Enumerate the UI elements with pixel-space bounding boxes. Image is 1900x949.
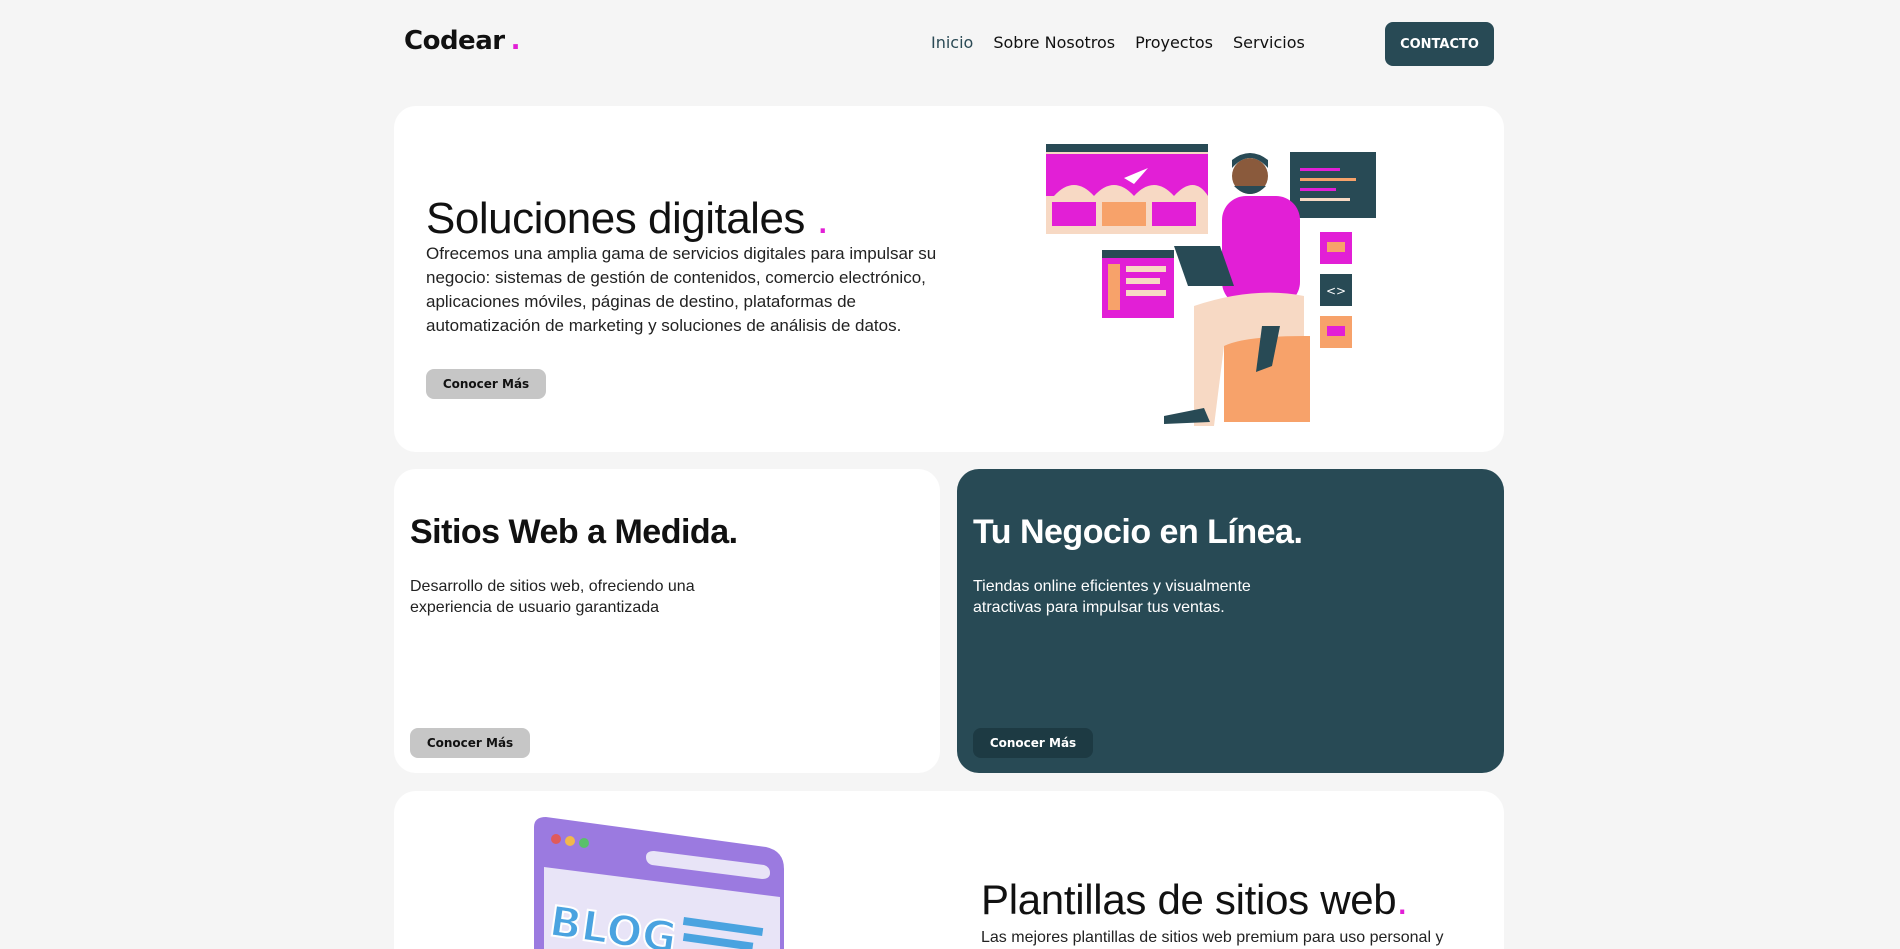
hero-card: Soluciones digitales . Ofrecemos una amp… bbox=[394, 106, 1504, 452]
logo-dot: . bbox=[510, 26, 521, 56]
contact-button[interactable]: CONTACTO bbox=[1385, 22, 1494, 66]
online-business-card: Tu Negocio en Línea. Tiendas online efic… bbox=[957, 469, 1504, 773]
website-templates-title-text: Plantillas de sitios web bbox=[981, 876, 1397, 923]
main-menu: Inicio Sobre Nosotros Proyectos Servicio… bbox=[931, 33, 1305, 52]
nav-item-proyectos[interactable]: Proyectos bbox=[1135, 33, 1213, 52]
hero-learn-more-button[interactable]: Conocer Más bbox=[426, 369, 546, 399]
custom-websites-title: Sitios Web a Medida. bbox=[410, 513, 738, 551]
nav-item-inicio[interactable]: Inicio bbox=[931, 33, 973, 52]
online-business-title: Tu Negocio en Línea. bbox=[973, 513, 1303, 551]
website-templates-title: Plantillas de sitios web. bbox=[981, 876, 1408, 924]
custom-websites-description: Desarrollo de sitios web, ofreciendo una… bbox=[410, 578, 695, 616]
developer-illustration: <> bbox=[1046, 144, 1376, 426]
logo-text: Codear bbox=[404, 26, 505, 56]
online-business-description: Tiendas online eficientes y visualmente … bbox=[973, 578, 1251, 616]
website-templates-title-dot: . bbox=[1396, 876, 1408, 923]
logo[interactable]: Codear. bbox=[404, 26, 520, 56]
top-navigation: Codear. Inicio Sobre Nosotros Proyectos … bbox=[0, 0, 1900, 88]
nav-item-servicios[interactable]: Servicios bbox=[1233, 33, 1305, 52]
svg-text:<>: <> bbox=[1326, 284, 1346, 298]
online-business-learn-more-button[interactable]: Conocer Más bbox=[973, 728, 1093, 758]
blog-illustration: BLOG bbox=[534, 817, 784, 949]
website-templates-card: BLOG Plantillas de sitios web. Las mejor… bbox=[394, 791, 1504, 949]
hero-title-text: Soluciones digitales bbox=[426, 194, 805, 243]
hero-title: Soluciones digitales . bbox=[426, 194, 829, 244]
nav-item-sobre-nosotros[interactable]: Sobre Nosotros bbox=[993, 33, 1115, 52]
custom-websites-learn-more-button[interactable]: Conocer Más bbox=[410, 728, 530, 758]
hero-description: Ofrecemos una amplia gama de servicios d… bbox=[426, 244, 937, 335]
hero-title-dot: . bbox=[816, 194, 829, 243]
custom-websites-card: Sitios Web a Medida. Desarrollo de sitio… bbox=[394, 469, 940, 773]
website-templates-description: Las mejores plantillas de sitios web pre… bbox=[981, 929, 1444, 946]
